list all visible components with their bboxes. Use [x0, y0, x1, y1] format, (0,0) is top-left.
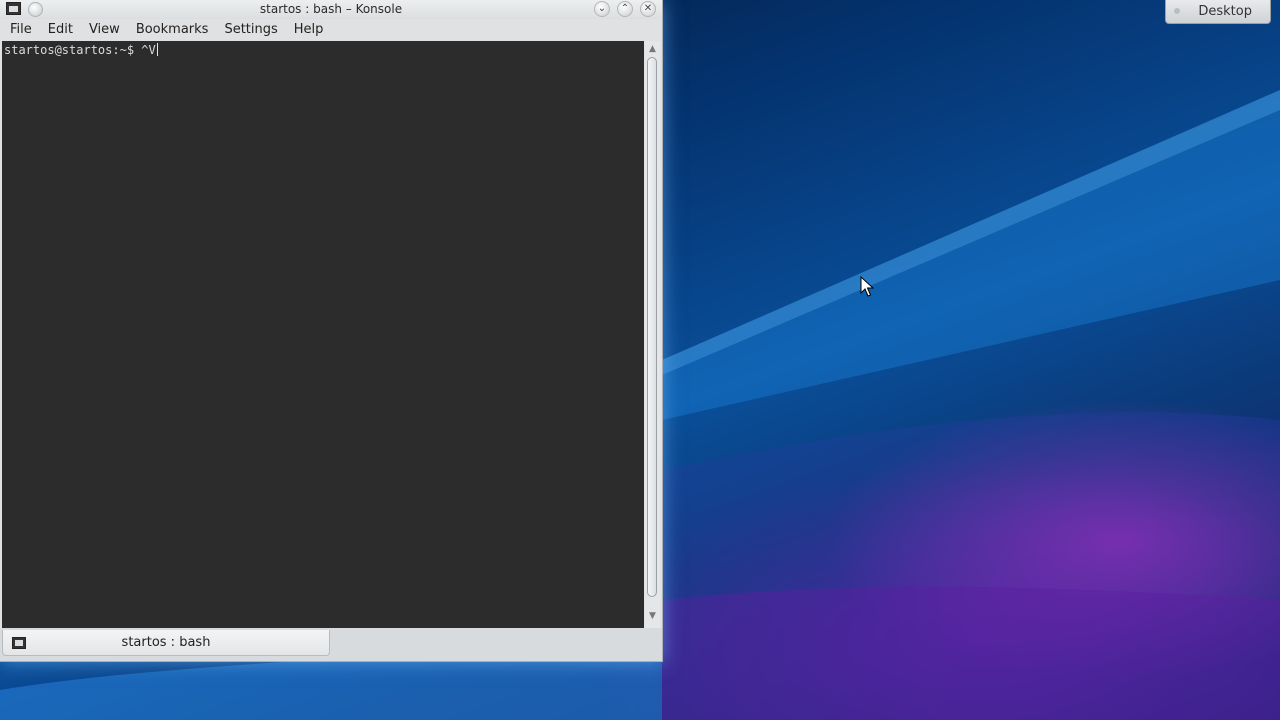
menu-settings[interactable]: Settings	[216, 19, 285, 41]
tab-bar: startos : bash	[0, 628, 662, 661]
desktop-button[interactable]: Desktop	[1165, 0, 1271, 24]
window-titlebar[interactable]: startos : bash – Konsole ⌄ ⌃ ✕	[0, 0, 662, 19]
konsole-window: startos : bash – Konsole ⌄ ⌃ ✕ File Edit…	[0, 0, 663, 662]
terminal-input: ^V	[141, 43, 156, 57]
scroll-down-icon[interactable]: ▼	[647, 611, 658, 621]
scrollbar-thumb[interactable]	[647, 57, 657, 597]
tab-label: startos : bash	[121, 635, 211, 650]
scroll-up-icon[interactable]: ▲	[647, 44, 658, 54]
minimize-button[interactable]: ⌄	[594, 1, 610, 17]
maximize-button[interactable]: ⌃	[617, 1, 633, 17]
tab-startos-bash[interactable]: startos : bash	[2, 630, 330, 656]
desktop-button-label: Desktop	[1198, 4, 1252, 19]
text-cursor	[156, 43, 158, 56]
vertical-scrollbar[interactable]: ▲ ▼	[645, 41, 660, 628]
menu-file[interactable]: File	[2, 19, 40, 41]
menubar: File Edit View Bookmarks Settings Help	[0, 19, 662, 41]
terminal-prompt: startos@startos:~$	[4, 43, 142, 57]
mouse-pointer-icon	[860, 275, 875, 302]
desktop-dot-icon	[1174, 8, 1180, 14]
window-title: startos : bash – Konsole	[259, 2, 403, 16]
terminal-area[interactable]: startos@startos:~$ ^V	[2, 41, 644, 628]
menu-edit[interactable]: Edit	[40, 19, 81, 41]
close-button[interactable]: ✕	[640, 1, 656, 17]
menu-help[interactable]: Help	[286, 19, 332, 41]
menu-view[interactable]: View	[81, 19, 128, 41]
menu-bookmarks[interactable]: Bookmarks	[128, 19, 217, 41]
terminal-line: startos@startos:~$ ^V	[4, 42, 158, 58]
